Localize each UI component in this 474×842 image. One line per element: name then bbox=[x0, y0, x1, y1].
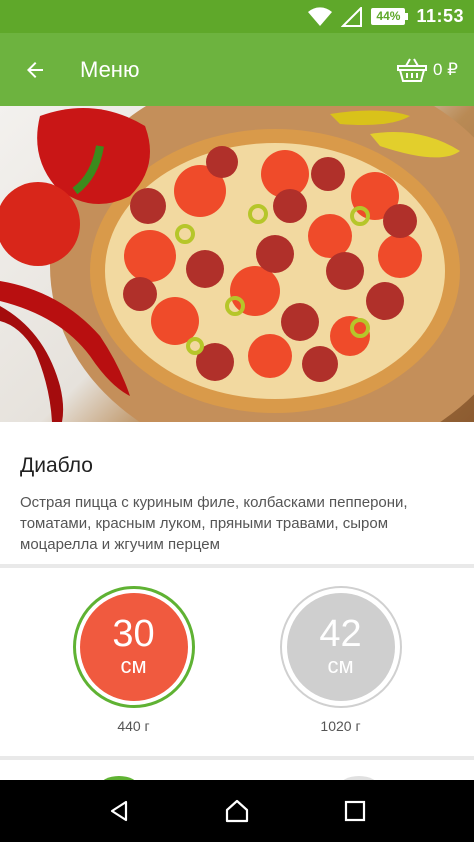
basket-icon bbox=[397, 58, 427, 82]
cart-button[interactable]: 0 ₽ bbox=[397, 33, 458, 106]
size-ring: 30 см bbox=[72, 586, 195, 708]
size-circle: 42 см bbox=[286, 593, 395, 701]
size-selector: 30 см 440 г 42 см 1020 г bbox=[0, 568, 474, 756]
battery-indicator: 44% bbox=[371, 8, 409, 25]
pizza-name: Диабло bbox=[20, 454, 93, 477]
size-unit: см bbox=[120, 653, 147, 678]
size-option-42[interactable]: 42 см 1020 г bbox=[266, 568, 416, 756]
size-circle: 30 см bbox=[79, 593, 188, 701]
page-title: Меню bbox=[80, 56, 140, 82]
size-ring: 42 см bbox=[279, 586, 402, 708]
pizza-description: Острая пицца с куриным филе, колбасками … bbox=[20, 494, 408, 553]
nav-back-icon bbox=[110, 800, 128, 822]
nav-back-button[interactable] bbox=[89, 780, 149, 842]
app-bar: Меню 0 ₽ bbox=[0, 33, 474, 106]
cart-total: 0 ₽ bbox=[433, 59, 458, 79]
clock: 11:53 bbox=[416, 6, 464, 26]
arrow-back-icon bbox=[27, 61, 43, 78]
pizza-image bbox=[0, 106, 474, 422]
size-weight: 440 г bbox=[117, 718, 150, 734]
back-button[interactable] bbox=[0, 33, 70, 106]
status-bar: 44% 11:53 bbox=[0, 0, 474, 33]
signal-icon bbox=[341, 6, 363, 27]
pizza-info-card: Диабло Острая пицца с куриным филе, колб… bbox=[0, 422, 474, 564]
nav-home-icon bbox=[225, 799, 249, 823]
size-option-30[interactable]: 30 см 440 г bbox=[59, 568, 209, 756]
size-number: 42 bbox=[319, 613, 362, 655]
size-unit: см bbox=[327, 653, 354, 678]
size-number: 30 bbox=[112, 613, 155, 655]
nav-home-button[interactable] bbox=[207, 780, 267, 842]
nav-recents-button[interactable] bbox=[325, 780, 385, 842]
nav-recents-icon bbox=[344, 800, 366, 822]
battery-level: 44% bbox=[371, 8, 406, 25]
size-weight: 1020 г bbox=[320, 718, 361, 734]
next-card-peek bbox=[0, 760, 474, 780]
navigation-bar bbox=[0, 780, 474, 842]
wifi-icon bbox=[308, 6, 333, 26]
